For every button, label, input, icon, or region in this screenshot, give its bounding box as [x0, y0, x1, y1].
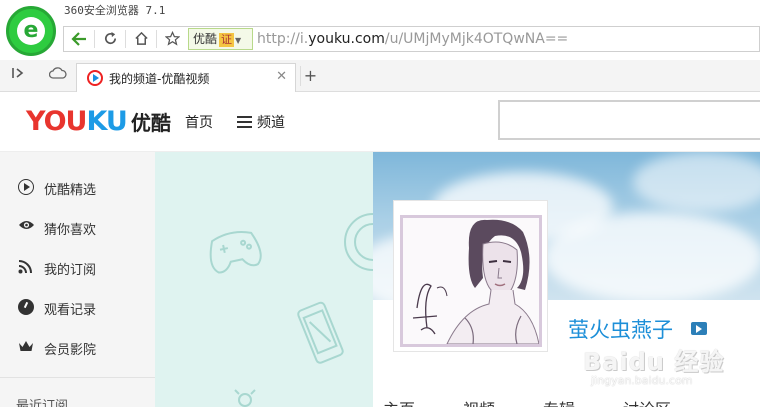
tab-videos[interactable]: 视频 — [463, 396, 495, 407]
left-sidebar: 优酷精选 猜你喜欢 我的订阅 观看记录 会员影院 最近订阅 — [0, 152, 155, 407]
video-channel-badge-icon — [691, 322, 707, 335]
sidebar-item-subscriptions[interactable]: 我的订阅 — [0, 247, 155, 287]
url-domain: youku.com — [308, 31, 385, 47]
sidebar-item-label: 观看记录 — [44, 303, 97, 318]
tab-bar: 我的频道-优酷视频 ✕ + — [0, 60, 760, 92]
nav-channel-label: 频道 — [257, 115, 285, 131]
youku-favicon-icon — [87, 70, 103, 86]
tab-albums[interactable]: 专辑 — [543, 396, 575, 407]
play-circle-icon — [18, 179, 34, 195]
youku-header: YOUKU 优酷 首页 频道 — [0, 92, 760, 152]
youku-logo[interactable]: YOUKU 优酷 — [26, 106, 171, 137]
crown-icon — [18, 339, 34, 355]
home-icon[interactable] — [126, 27, 156, 51]
sidebar-item-history[interactable]: 观看记录 — [0, 287, 155, 327]
sidebar-divider — [0, 377, 155, 378]
url-path: /u/UMjMyMjk4OTQwNA== — [384, 31, 569, 47]
search-input[interactable] — [498, 100, 760, 140]
sidebar-item-label: 优酷精选 — [44, 183, 97, 198]
cert-verified-icon: 证 — [219, 33, 235, 47]
sidebar-item-featured[interactable]: 优酷精选 — [0, 167, 155, 207]
sidebar-item-recommend[interactable]: 猜你喜欢 — [0, 207, 155, 247]
star-bookmark-icon[interactable] — [157, 27, 187, 51]
sidebar-item-label: 我的订阅 — [44, 263, 97, 278]
sidebar-item-label: 猜你喜欢 — [44, 223, 97, 238]
cert-site-label: 优酷 — [193, 32, 218, 46]
site-certificate-badge[interactable]: 优酷证 ▼ — [188, 28, 253, 50]
close-tab-icon[interactable]: ✕ — [276, 69, 287, 84]
avatar[interactable] — [393, 200, 548, 352]
decorative-doodles-icon — [209, 213, 373, 407]
sidebar-item-label: 会员影院 — [44, 343, 97, 358]
cloud-icon[interactable] — [48, 66, 68, 86]
clock-icon — [18, 299, 34, 315]
profile-username[interactable]: 萤火虫燕子 — [568, 314, 673, 344]
nav-channel-menu[interactable]: 频道 — [237, 112, 285, 132]
back-arrow-icon[interactable] — [64, 27, 94, 51]
url-prefix: http://i. — [257, 31, 309, 47]
chevron-down-icon: ▼ — [235, 36, 242, 45]
tab-title: 我的频道-优酷视频 — [109, 72, 210, 86]
nav-home-link[interactable]: 首页 — [185, 112, 213, 132]
navigation-toolbar: 优酷证 ▼ http://i.youku.com/u/UMjMyMjk4OTQwN… — [63, 26, 760, 52]
360-browser-logo-icon[interactable]: e — [6, 6, 56, 56]
window-title: 360安全浏览器 7.1 — [64, 4, 166, 17]
sidebar-item-vip-cinema[interactable]: 会员影院 — [0, 327, 155, 367]
browser-titlebar: e 360安全浏览器 7.1 优酷证 ▼ http://i.youku.com/u… — [0, 0, 760, 60]
tab-youku-channel[interactable]: 我的频道-优酷视频 ✕ — [76, 63, 296, 92]
address-bar[interactable]: http://i.youku.com/u/UMjMyMjk4OTQwNA== — [257, 27, 568, 51]
tab-home[interactable]: 主页 — [383, 396, 415, 407]
baidu-jingyan-watermark: Baidu 经验 jingyan.baidu.com — [583, 348, 725, 387]
new-tab-plus-icon[interactable]: + — [300, 66, 320, 86]
eye-icon — [18, 219, 34, 235]
menu-icon — [237, 116, 252, 128]
reload-icon[interactable] — [95, 27, 125, 51]
rss-icon — [18, 259, 34, 275]
sidebar-toggle-icon[interactable] — [8, 66, 28, 86]
decorative-pattern-panel — [155, 152, 373, 407]
avatar-portrait-image — [400, 215, 542, 347]
recent-subscriptions-heading: 最近订阅 — [16, 399, 69, 407]
